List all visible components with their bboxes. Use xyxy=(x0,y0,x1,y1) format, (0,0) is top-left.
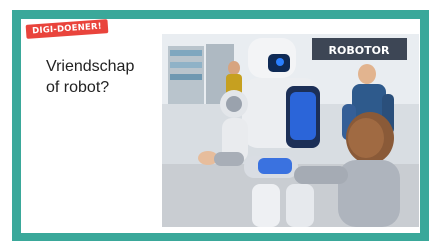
store-sign-text: ROBOTOR xyxy=(329,44,390,57)
badge-label: DIGI-DOENER! xyxy=(31,21,103,37)
title-line-2: of robot? xyxy=(46,79,110,96)
card-title: Vriendschap of robot? xyxy=(46,56,156,98)
title-line-1: Vriendschap xyxy=(46,58,135,75)
robot-photo: ROBOTOR xyxy=(162,34,419,227)
robot-photo-illustration: ROBOTOR xyxy=(162,34,419,227)
